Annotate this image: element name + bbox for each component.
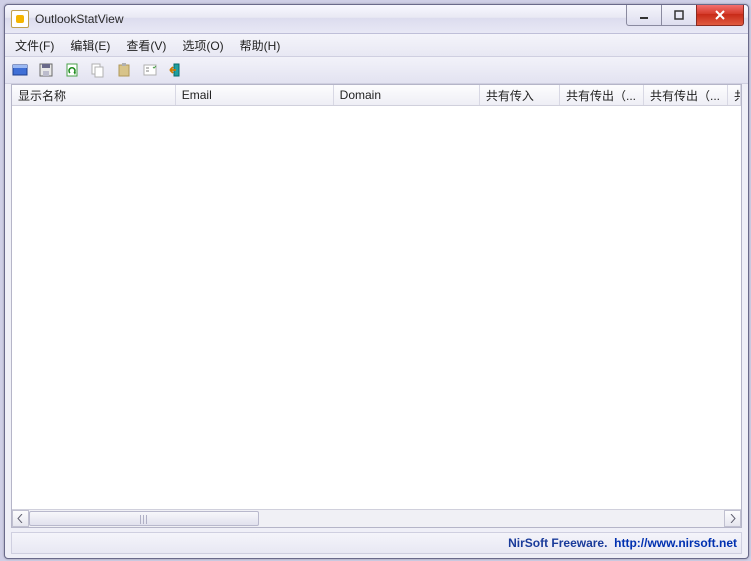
- maximize-icon: [674, 10, 684, 20]
- column-display-name[interactable]: 显示名称: [12, 85, 176, 105]
- column-domain[interactable]: Domain: [334, 85, 480, 105]
- column-outgoing-cc[interactable]: 共有传出（...: [644, 85, 728, 105]
- titlebar[interactable]: OutlookStatView: [5, 5, 748, 34]
- paste-button[interactable]: [112, 58, 136, 82]
- app-icon: [11, 10, 29, 28]
- scroll-right-button[interactable]: [724, 510, 741, 527]
- window-controls: [627, 5, 744, 26]
- scroll-left-button[interactable]: [12, 510, 29, 527]
- column-incoming[interactable]: 共有传入: [480, 85, 560, 105]
- paste-icon: [116, 62, 132, 78]
- maximize-button[interactable]: [661, 5, 697, 26]
- refresh-icon: [64, 62, 80, 78]
- menu-edit[interactable]: 编辑(E): [62, 36, 118, 55]
- column-email[interactable]: Email: [176, 85, 334, 105]
- chevron-left-icon: [17, 514, 24, 523]
- scroll-thumb[interactable]: [29, 511, 259, 526]
- minimize-button[interactable]: [626, 5, 662, 26]
- properties-button[interactable]: [138, 58, 162, 82]
- column-header-row: 显示名称 Email Domain 共有传入 共有传出（... 共有传出（...…: [12, 85, 741, 106]
- menu-bar: 文件(F) 编辑(E) 查看(V) 选项(O) 帮助(H): [5, 34, 748, 57]
- refresh-button[interactable]: [60, 58, 84, 82]
- horizontal-scrollbar[interactable]: [12, 509, 741, 527]
- toolbar: [5, 57, 748, 84]
- list-body[interactable]: [12, 106, 741, 509]
- copy-button[interactable]: [86, 58, 110, 82]
- column-outgoing-to[interactable]: 共有传出（...: [560, 85, 644, 105]
- list-view: 显示名称 Email Domain 共有传入 共有传出（... 共有传出（...…: [11, 84, 742, 528]
- menu-options[interactable]: 选项(O): [174, 36, 231, 55]
- close-button[interactable]: [696, 5, 744, 26]
- scroll-track[interactable]: [29, 511, 724, 526]
- copy-icon: [90, 62, 106, 78]
- properties-icon: [142, 62, 158, 78]
- chevron-right-icon: [729, 514, 736, 523]
- minimize-icon: [639, 10, 649, 20]
- application-window: OutlookStatView 文件(F) 编辑(E) 查看(V) 选项(O) …: [4, 4, 749, 559]
- column-tail[interactable]: 共: [728, 85, 741, 105]
- save-icon: [38, 62, 54, 78]
- close-icon: [714, 10, 726, 20]
- open-button[interactable]: [8, 58, 32, 82]
- exit-button[interactable]: [164, 58, 188, 82]
- exit-icon: [168, 62, 184, 78]
- status-url-link[interactable]: http://www.nirsoft.net: [614, 536, 737, 550]
- status-vendor: NirSoft Freeware.: [508, 536, 607, 550]
- open-icon: [12, 62, 28, 78]
- window-title: OutlookStatView: [35, 12, 124, 26]
- status-bar: NirSoft Freeware. http://www.nirsoft.net: [11, 532, 742, 554]
- menu-help[interactable]: 帮助(H): [232, 36, 289, 55]
- menu-file[interactable]: 文件(F): [7, 36, 62, 55]
- save-button[interactable]: [34, 58, 58, 82]
- menu-view[interactable]: 查看(V): [118, 36, 174, 55]
